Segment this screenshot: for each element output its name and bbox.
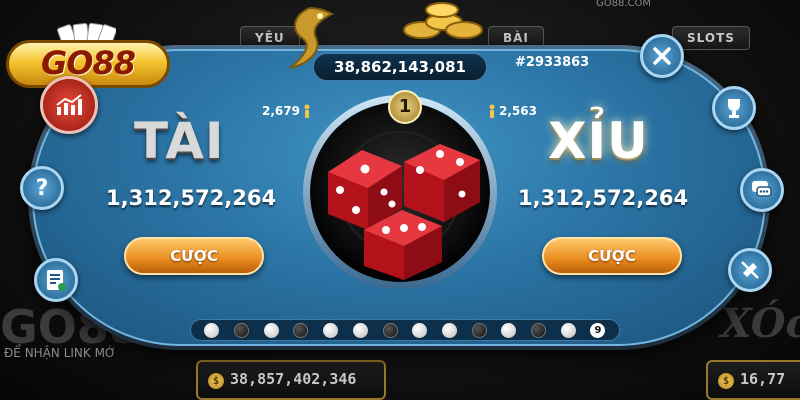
trophy-icon (728, 99, 740, 118)
history-dot-white (323, 322, 339, 338)
help-button[interactable]: ? (20, 166, 64, 210)
xiu-players-value: 2,563 (499, 104, 537, 118)
history-dot-white (501, 322, 517, 338)
chat-button[interactable] (740, 168, 784, 212)
close-button[interactable] (640, 34, 684, 78)
xiu-total: 1,312,572,264 (518, 186, 689, 210)
tai-title: TÀI (134, 112, 225, 170)
mute-icon (741, 261, 759, 279)
bg-jackpot-card-left: $38,857,402,346 (196, 360, 386, 400)
rules-button[interactable] (34, 258, 78, 302)
mute-button[interactable] (728, 248, 772, 292)
history-dot-black (471, 322, 487, 338)
help-icon: ? (35, 175, 49, 201)
die-2 (404, 144, 480, 222)
chat-icon (752, 181, 772, 197)
xiu-bet-button[interactable]: CƯỢC (542, 237, 682, 275)
history-dot-black (234, 322, 250, 338)
bg-jackpot-right-value: 16,77 (740, 370, 786, 388)
dice-group (328, 144, 480, 280)
coin-icon: $ (208, 373, 224, 389)
round-number: 1 (388, 90, 422, 124)
stats-icon (56, 94, 82, 115)
history-dot-white (204, 322, 220, 338)
history-dot-white (352, 322, 368, 338)
history-dot-white (263, 322, 279, 338)
bg-jackpot-card-right: $16,77 (706, 360, 800, 400)
result-history: 9 (190, 319, 620, 341)
leaderboard-button[interactable] (712, 86, 756, 130)
tai-total: 1,312,572,264 (106, 186, 277, 210)
close-icon (653, 47, 671, 65)
bg-tab-slots: SLOTS (672, 26, 750, 50)
xiu-title: XỈU (548, 112, 649, 170)
bg-brand-subtext: ĐỂ NHẬN LINK MỚ (4, 346, 116, 360)
coin-icon: $ (718, 373, 734, 389)
session-id: #2933863 (515, 55, 590, 70)
logo-text: GO88 (6, 40, 170, 88)
history-dot-black (531, 322, 547, 338)
jackpot-total: 38,862,143,081 (312, 52, 488, 82)
stats-button[interactable] (40, 76, 98, 134)
history-last-value: 9 (590, 322, 606, 338)
rules-icon (47, 270, 66, 291)
bg-site-text: GO88.COM (596, 0, 652, 9)
bg-right-logo: XÓc (720, 300, 800, 347)
history-dot-black (382, 322, 398, 338)
history-dot-white (560, 322, 576, 338)
history-dot-white (441, 322, 457, 338)
tai-bet-button[interactable]: CƯỢC (124, 237, 264, 275)
coins-icon (403, 2, 483, 39)
history-dot-white (412, 322, 428, 338)
go88-logo: GO88 (0, 22, 178, 88)
bg-jackpot-left-value: 38,857,402,346 (230, 370, 357, 388)
tai-players-value: 2,679 (262, 104, 300, 118)
history-dot-black (293, 322, 309, 338)
